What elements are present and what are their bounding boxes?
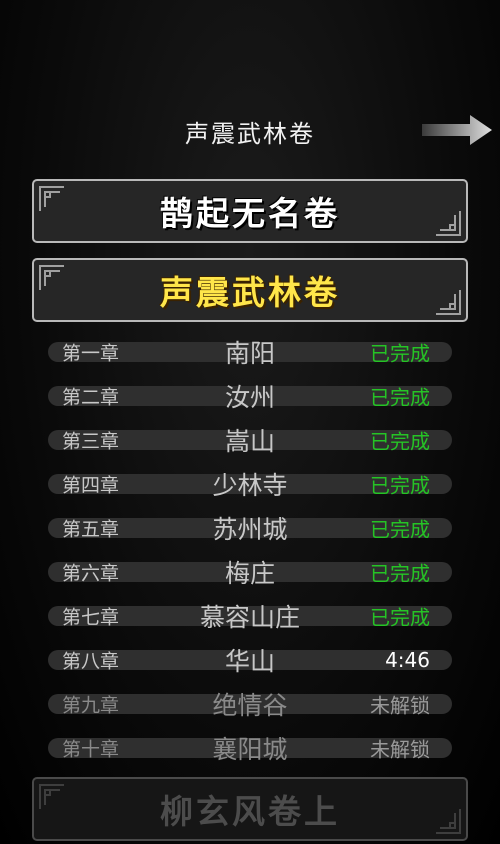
chapter-status: 未解锁 <box>370 737 430 762</box>
chapter-status: 已完成 <box>370 385 430 410</box>
volume-label-locked: 柳玄风卷上 <box>160 792 340 831</box>
volume-button-2[interactable]: 声震武林卷 <box>32 258 468 322</box>
volume-button-3[interactable]: 柳玄风卷上 <box>32 777 468 841</box>
chapter-status: 已完成 <box>370 561 430 586</box>
volume-label-selected: 声震武林卷 <box>160 273 340 312</box>
chapter-row[interactable]: 第一章 南阳 已完成 <box>48 339 452 368</box>
chapter-status: 未解锁 <box>370 693 430 718</box>
chapter-status: 已完成 <box>370 473 430 498</box>
chapter-status: 已完成 <box>370 605 430 630</box>
chapter-row[interactable]: 第四章 少林寺 已完成 <box>48 471 452 500</box>
chapter-status: 已完成 <box>370 341 430 366</box>
chapter-row[interactable]: 第十章 襄阳城 未解锁 <box>48 735 452 764</box>
chapter-row[interactable]: 第七章 慕容山庄 已完成 <box>48 603 452 632</box>
chapter-status: 已完成 <box>370 517 430 542</box>
volume-button-1[interactable]: 鹊起无名卷 <box>32 179 468 243</box>
chapter-row[interactable]: 第九章 绝情谷 未解锁 <box>48 691 452 720</box>
volume-label: 鹊起无名卷 <box>160 194 340 233</box>
right-arrow-icon[interactable] <box>422 113 494 147</box>
chapter-status: 已完成 <box>370 429 430 454</box>
chapter-row[interactable]: 第三章 嵩山 已完成 <box>48 427 452 456</box>
chapter-row[interactable]: 第八章 华山 4:46 <box>48 647 452 676</box>
chapter-row[interactable]: 第二章 汝州 已完成 <box>48 383 452 412</box>
chapter-row[interactable]: 第六章 梅庄 已完成 <box>48 559 452 588</box>
chapter-row[interactable]: 第五章 苏州城 已完成 <box>48 515 452 544</box>
chapter-status: 4:46 <box>385 648 430 672</box>
